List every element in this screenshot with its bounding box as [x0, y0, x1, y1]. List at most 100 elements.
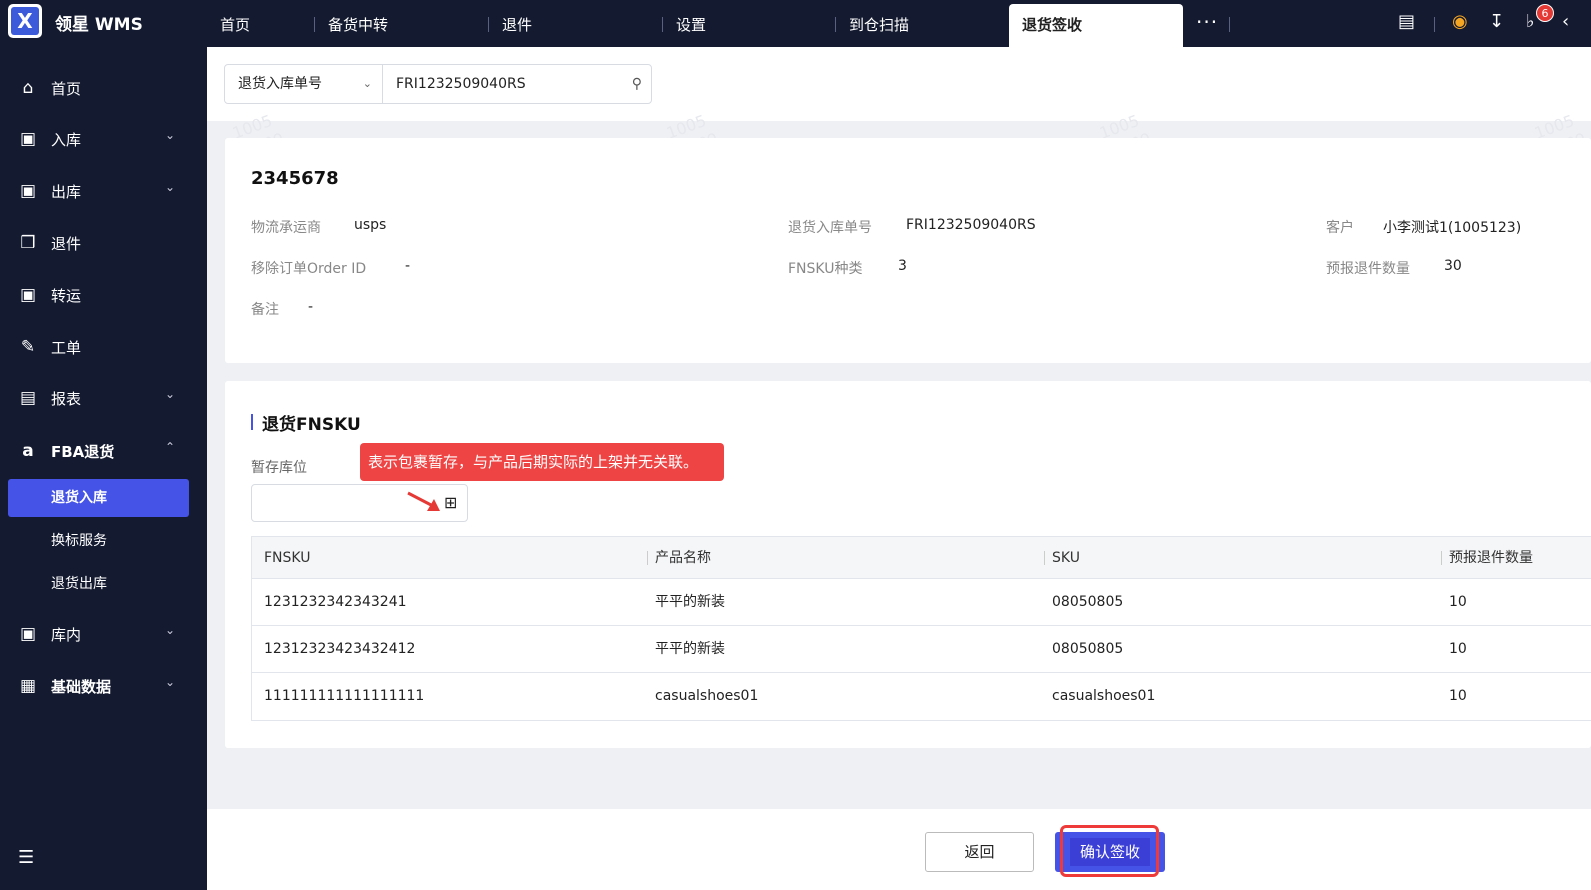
- fnsku-types-label: FNSKU种类: [788, 261, 863, 277]
- tab-arrival-scan[interactable]: 到仓扫描: [849, 0, 909, 47]
- search-icon[interactable]: ⚲: [632, 65, 642, 103]
- order-id-label: 移除订单Order ID: [251, 261, 367, 277]
- remark-value: -: [308, 299, 314, 315]
- sidebar-subitem-return-inbound[interactable]: 退货入库: [8, 479, 189, 517]
- fnsku-card: 退货FNSKU 暂存库位 表示包裹暂存，与产品后期实际的上架并无关联。 ⊞ FN…: [225, 381, 1591, 748]
- inbound-icon: ▣: [19, 129, 37, 149]
- annotation-arrow: [407, 491, 440, 511]
- cell-forecast-qty: 10: [1449, 594, 1467, 610]
- sidebar-item-reports[interactable]: ▤ 报表 ⌄: [0, 378, 207, 418]
- column-divider: [647, 551, 648, 565]
- sidebar-item-base-data[interactable]: ▦ 基础数据 ⌄: [0, 666, 207, 706]
- sidebar-item-label: 首页: [51, 80, 82, 98]
- order-id-value: -: [405, 258, 411, 274]
- section-title: 退货FNSKU: [262, 415, 361, 435]
- chevron-down-icon: ⌄: [165, 675, 176, 689]
- tab-divider: [488, 17, 489, 32]
- sidebar-item-transfer[interactable]: ▣ 转运: [0, 275, 207, 315]
- cell-forecast-qty: 10: [1449, 688, 1467, 704]
- cell-product-name: 平平的新装: [655, 641, 725, 657]
- tab-stock-transfer[interactable]: 备货中转: [328, 0, 388, 47]
- tab-return-signoff[interactable]: 退货签收: [1009, 4, 1183, 47]
- outbound-icon: ▣: [19, 181, 37, 201]
- sidebar-item-label: 工单: [51, 339, 82, 357]
- back-button[interactable]: 返回: [925, 832, 1034, 872]
- chevron-down-icon: ⌄: [165, 387, 176, 401]
- table-row: 111111111111111111 casualshoes01 casuals…: [252, 673, 1591, 720]
- sidebar-item-label: 入库: [51, 131, 82, 149]
- cell-product-name: 平平的新装: [655, 594, 725, 610]
- search-type-select[interactable]: 退货入库单号 ⌄: [224, 64, 383, 104]
- search-input-value: FRI1232509040RS: [396, 76, 526, 92]
- sidebar-item-in-warehouse[interactable]: ▣ 库内 ⌄: [0, 614, 207, 654]
- sidebar-item-outbound[interactable]: ▣ 出库 ⌄: [0, 171, 207, 211]
- forecast-qty-value: 30: [1444, 258, 1462, 274]
- cell-sku: casualshoes01: [1052, 688, 1156, 704]
- work-order-icon: ✎: [20, 337, 36, 357]
- tab-divider: [1229, 17, 1230, 32]
- sidebar-item-label: 基础数据: [51, 678, 112, 696]
- sidebar-item-home[interactable]: ⌂ 首页: [0, 68, 207, 108]
- chevron-left-icon[interactable]: ‹: [1562, 11, 1569, 32]
- table-row: 12312323423432412 平平的新装 08050805 10: [252, 626, 1591, 673]
- sidebar-item-label: 退件: [51, 235, 82, 253]
- carrier-label: 物流承运商: [251, 220, 321, 236]
- sidebar-item-work-order[interactable]: ✎ 工单: [0, 327, 207, 367]
- annotation-highlight-box: [1060, 825, 1159, 877]
- robot-icon[interactable]: ◉: [1452, 11, 1468, 32]
- column-divider: [1441, 551, 1442, 565]
- inbox-icon[interactable]: ▤: [1398, 11, 1415, 32]
- tab-settings[interactable]: 设置: [676, 0, 706, 47]
- sidebar-subitem-relabel-service[interactable]: 换标服务: [8, 522, 189, 560]
- cell-sku: 08050805: [1052, 641, 1124, 657]
- remark-label: 备注: [251, 302, 279, 318]
- sidebar-item-fba-returns[interactable]: a FBA退货 ⌃: [0, 431, 207, 471]
- chevron-down-icon: ⌄: [362, 77, 372, 90]
- return-detail-card: 2345678 物流承运商 usps 退货入库单号 FRI1232509040R…: [225, 138, 1591, 363]
- bell-icon[interactable]: ♭: [1526, 11, 1535, 32]
- home-icon: ⌂: [22, 78, 34, 98]
- grid-data-icon: ▦: [19, 676, 37, 696]
- cell-forecast-qty: 10: [1449, 641, 1467, 657]
- app-logo[interactable]: X: [8, 4, 42, 38]
- customer-value: 小李测试1(1005123): [1383, 220, 1522, 236]
- return-icon: ❒: [20, 233, 36, 253]
- tab-home[interactable]: 首页: [220, 0, 250, 47]
- warehouse-icon: ▣: [19, 624, 37, 644]
- search-bar: 退货入库单号 ⌄ FRI1232509040RS ⚲: [207, 47, 1591, 121]
- more-tabs-icon[interactable]: ···: [1196, 10, 1218, 34]
- section-accent-bar: [251, 414, 253, 430]
- chevron-down-icon: ⌄: [165, 180, 176, 194]
- return-order-number: 2345678: [251, 168, 339, 189]
- sidebar-subitem-return-outbound[interactable]: 退货出库: [8, 565, 189, 603]
- brand-name: 领星 WMS: [55, 15, 143, 35]
- download-icon[interactable]: ↧: [1489, 11, 1504, 32]
- search-type-value: 退货入库单号: [238, 76, 322, 92]
- table-header: FNSKU 产品名称 SKU 预报退件数量: [252, 537, 1591, 579]
- tab-returns[interactable]: 退件: [502, 0, 532, 47]
- collapse-menu-icon[interactable]: ☰: [18, 847, 34, 868]
- scan-icon[interactable]: ⊞: [444, 493, 457, 512]
- column-header: 产品名称: [655, 550, 711, 566]
- sidebar-item-label: 报表: [51, 390, 82, 408]
- sidebar-item-label: 库内: [51, 626, 82, 644]
- sidebar-item-label: FBA退货: [51, 443, 115, 461]
- return-no-value: FRI1232509040RS: [906, 217, 1036, 233]
- table-row: 1231232342343241 平平的新装 08050805 10: [252, 579, 1591, 626]
- amazon-icon: a: [22, 441, 34, 461]
- fnsku-table: FNSKU 产品名称 SKU 预报退件数量 1231232342343241 平…: [251, 536, 1591, 721]
- tab-divider: [835, 17, 836, 32]
- chevron-down-icon: ⌄: [165, 128, 176, 142]
- annotation-tooltip: 表示包裹暂存，与产品后期实际的上架并无关联。: [360, 443, 724, 481]
- main-content: 退货入库单号 ⌄ FRI1232509040RS ⚲ 1005demo 1005…: [207, 47, 1591, 890]
- tab-divider: [314, 17, 315, 32]
- temp-location-label: 暂存库位: [251, 460, 307, 476]
- search-input[interactable]: FRI1232509040RS ⚲: [382, 64, 652, 104]
- top-navbar: X 领星 WMS 首页 备货中转 退件 设置 到仓扫描 退货签收 ··· ▤ ◉…: [0, 0, 1591, 47]
- return-no-label: 退货入库单号: [788, 220, 872, 236]
- cell-sku: 08050805: [1052, 594, 1124, 610]
- sidebar-item-inbound[interactable]: ▣ 入库 ⌄: [0, 119, 207, 159]
- logo-mark: X: [11, 7, 39, 35]
- sidebar-item-returns[interactable]: ❒ 退件: [0, 223, 207, 263]
- icon-divider: [1434, 17, 1435, 32]
